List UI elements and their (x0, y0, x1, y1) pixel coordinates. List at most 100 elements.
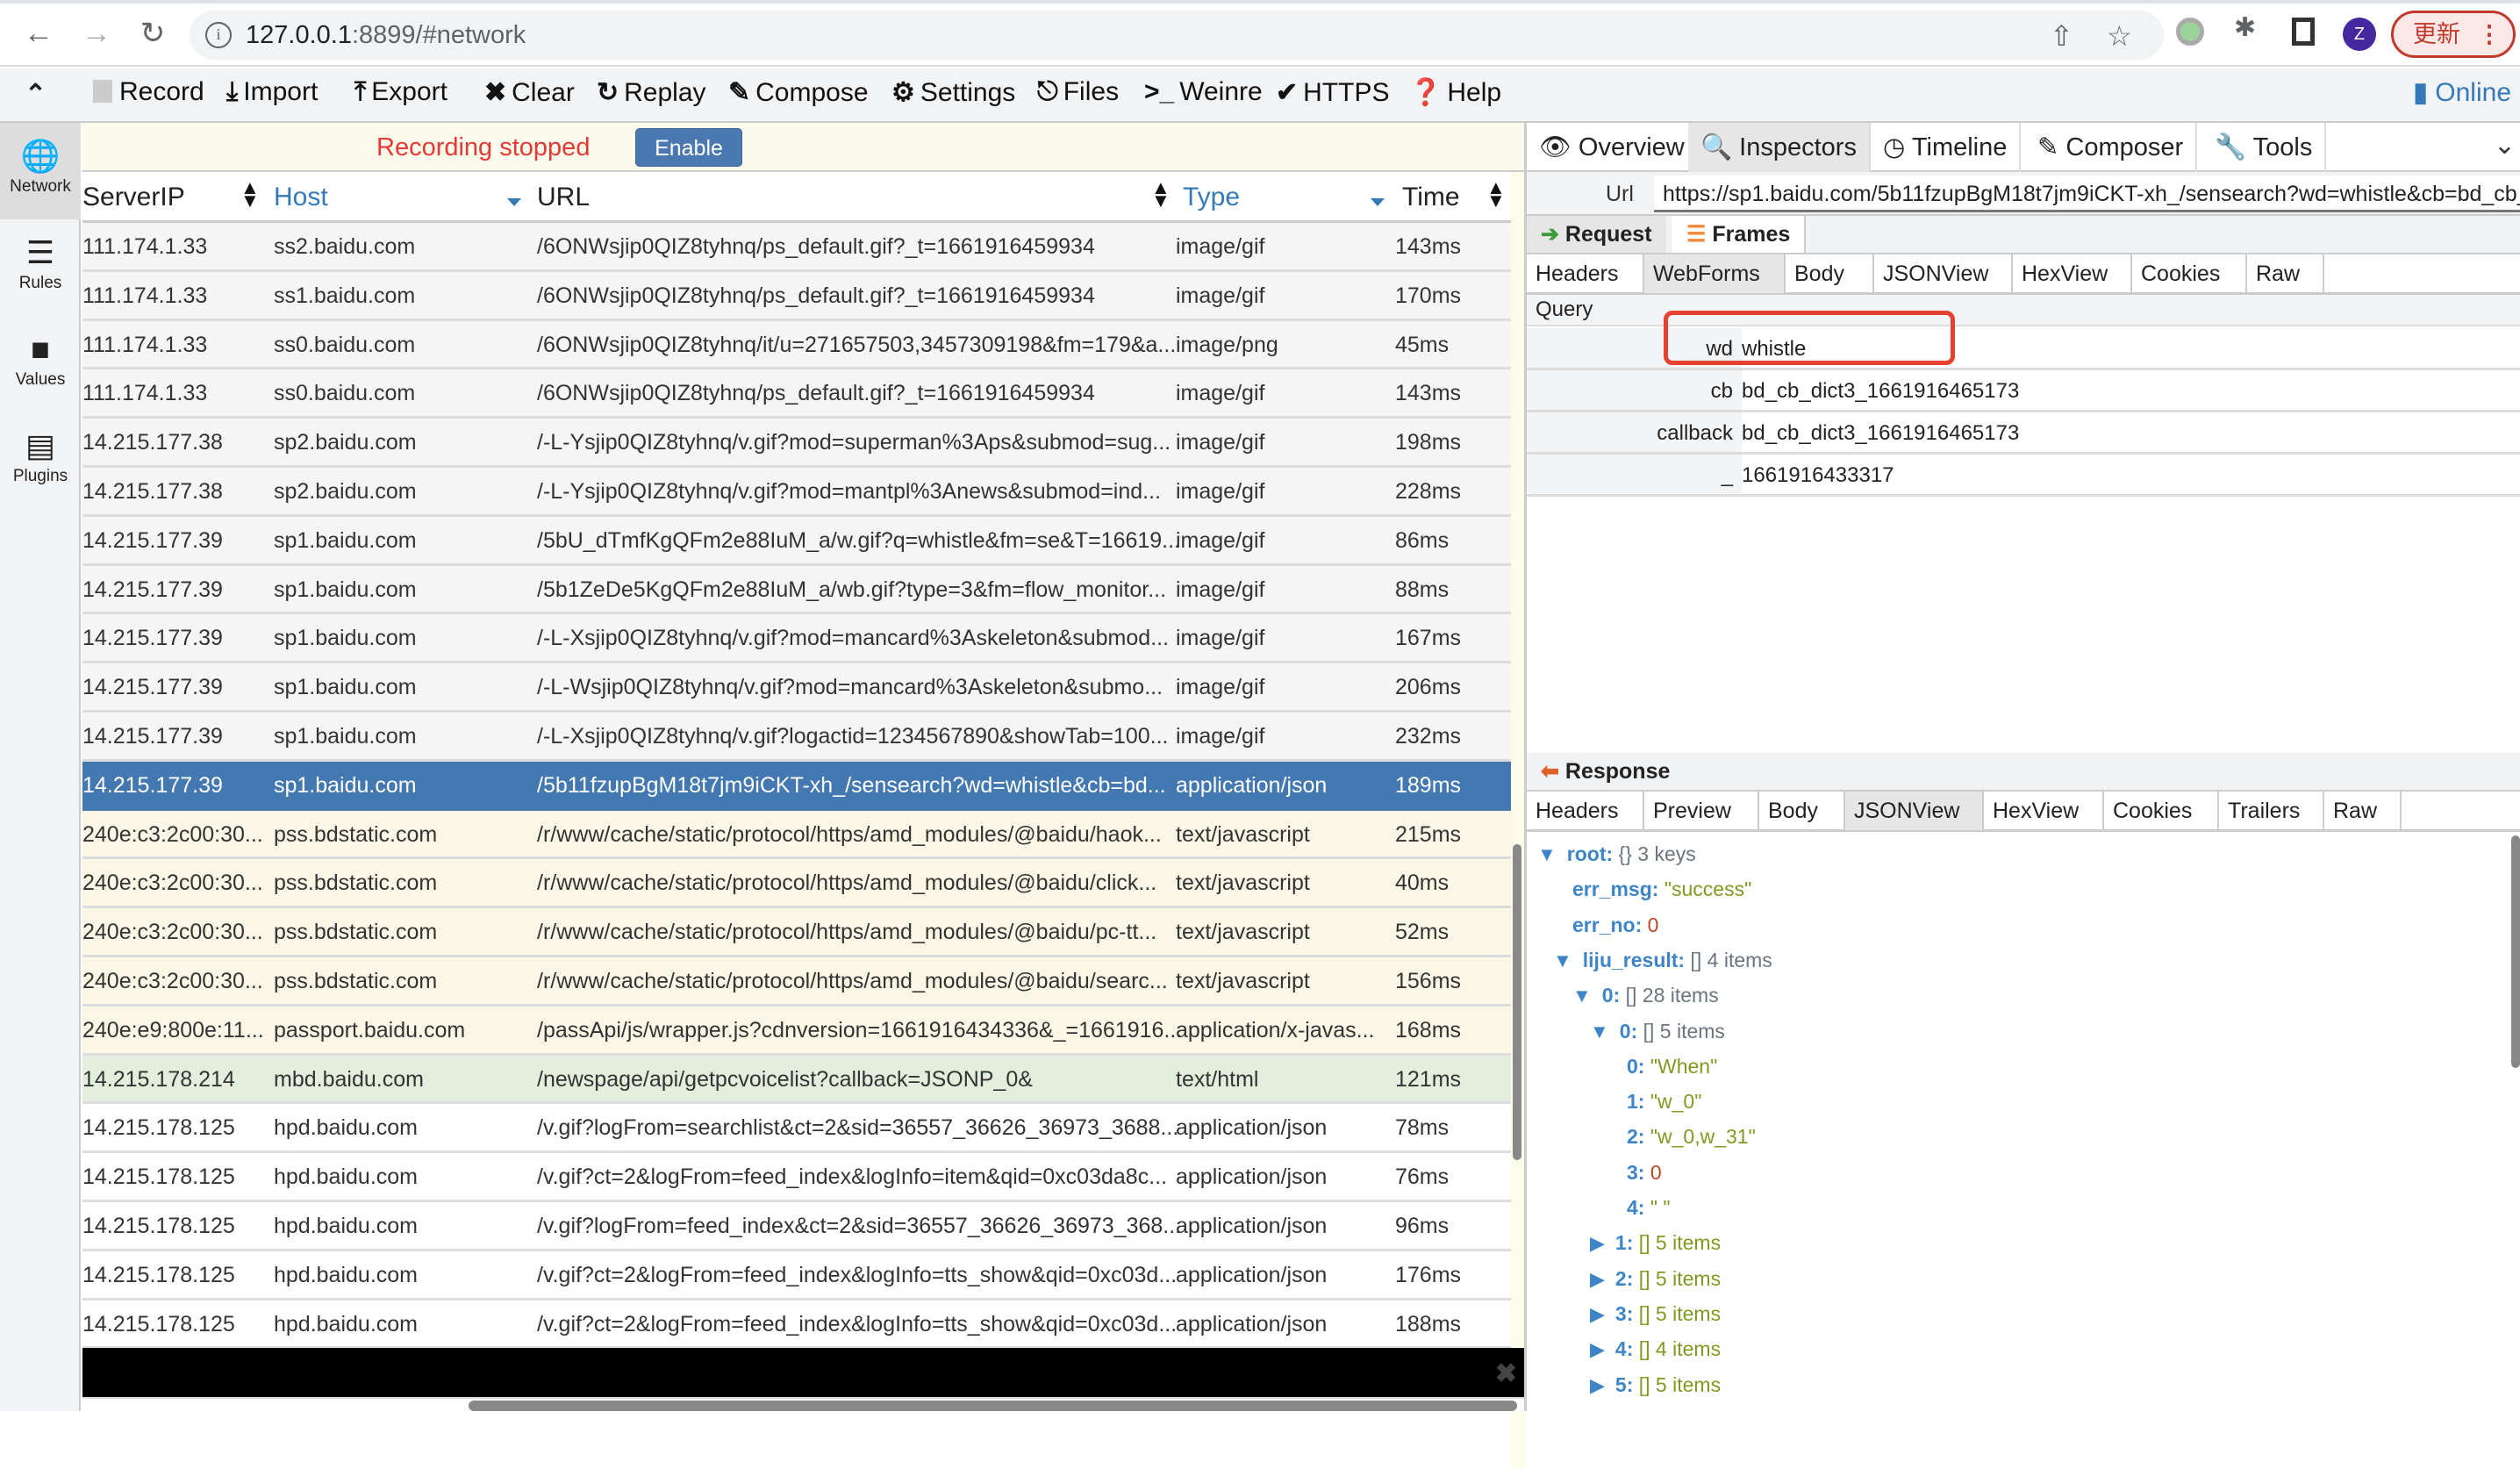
tab-body[interactable]: Body (1786, 254, 1874, 293)
sidebar-item-network[interactable]: 🌐 Network (0, 123, 81, 219)
extension-status-icon[interactable] (2176, 18, 2204, 46)
sidebar-item-plugins[interactable]: ▤ Plugins (0, 412, 81, 509)
star-icon[interactable]: ☆ (2107, 19, 2132, 53)
extensions-puzzle-icon[interactable]: ✱ (2234, 12, 2256, 43)
json-view-scrollbar[interactable] (2511, 835, 2520, 1068)
enable-button[interactable]: Enable (635, 128, 742, 167)
caret-down-icon[interactable]: ▼ (1553, 949, 1572, 971)
profile-avatar[interactable]: Z (2343, 18, 2376, 51)
address-bar[interactable]: i 127.0.0.1:8899/#network ⇧ ☆ (190, 11, 2164, 60)
tab-cookies[interactable]: Cookies (2132, 254, 2247, 293)
table-row[interactable]: 14.215.177.39 sp1.baidu.com/5b11fzupBgM18… (82, 761, 1511, 811)
weinre-button[interactable]: >_ Weinre (1144, 77, 1263, 107)
caret-right-icon[interactable]: ▶ (1590, 1268, 1605, 1290)
column-type[interactable]: Type (1183, 183, 1240, 212)
tab-tools[interactable]: 🔧 Tools (2202, 123, 2327, 172)
tab-body[interactable]: Body (1759, 792, 1845, 830)
table-row[interactable]: 14.215.178.125 hpd.baidu.com/v.gif?ct=2&l… (82, 1300, 1511, 1350)
table-row[interactable]: 240e:c3:2c00:30... pss.bdstatic.com/r/www… (82, 908, 1511, 957)
sort-desc-icon[interactable] (507, 198, 521, 206)
caret-down-icon[interactable]: ▼ (1572, 985, 1592, 1007)
json-line[interactable]: ▶ 2: [] 5 items (1590, 1267, 1721, 1291)
info-icon[interactable]: i (205, 22, 232, 48)
tab-overview[interactable]: 👁 Overview (1527, 123, 1699, 172)
column-serverip[interactable]: ServerIP (82, 183, 185, 212)
tab-raw[interactable]: Raw (2247, 254, 2324, 293)
column-host[interactable]: Host (274, 183, 328, 212)
chevron-up-icon[interactable]: ⌃ (25, 79, 47, 110)
sort-icon[interactable]: ▲ ▼ (240, 178, 260, 211)
tab-raw[interactable]: Raw (2324, 792, 2402, 830)
horizontal-scrollbar[interactable] (82, 1397, 1524, 1411)
table-row[interactable]: 240e:c3:2c00:30... pss.bdstatic.com/r/www… (82, 859, 1511, 909)
address-url[interactable]: 127.0.0.1:8899/#network (246, 21, 526, 50)
table-row[interactable]: 14.215.178.125 hpd.baidu.com/v.gif?logFro… (82, 1104, 1511, 1154)
settings-button[interactable]: ⚙ Settings (891, 77, 1015, 108)
chevron-down-icon[interactable]: ⌄ (2494, 130, 2516, 161)
tab-inspectors[interactable]: 🔍 Inspectors (1688, 123, 1871, 172)
scrollbar-thumb[interactable] (1513, 844, 1521, 1160)
json-line[interactable]: ▶ 5: [] 5 items (1590, 1373, 1721, 1397)
column-url[interactable]: URL (537, 183, 590, 212)
caret-right-icon[interactable]: ▶ (1590, 1303, 1605, 1325)
tab-jsonview[interactable]: JSONView (1845, 792, 1984, 830)
more-menu-icon[interactable]: ⋮ (2478, 21, 2502, 47)
replay-button[interactable]: ↻ Replay (597, 77, 706, 108)
tab-hexview[interactable]: HexView (2013, 254, 2132, 293)
request-list-scrollbar[interactable] (1511, 223, 1524, 1469)
table-row[interactable]: 14.215.178.214 mbd.baidu.com/newspage/api… (82, 1055, 1511, 1105)
table-row[interactable]: 14.215.178.125 hpd.baidu.com/v.gif?logFro… (82, 1201, 1511, 1251)
caret-right-icon[interactable]: ▶ (1590, 1338, 1605, 1360)
sort-icon[interactable]: ▲ ▼ (1151, 178, 1171, 211)
caret-right-icon[interactable]: ▶ (1590, 1374, 1605, 1396)
share-icon[interactable]: ⇧ (2050, 19, 2073, 53)
json-line[interactable]: ▼ 0: [] 5 items (1590, 1020, 1725, 1043)
back-arrow-icon[interactable]: ← (18, 12, 60, 54)
table-row[interactable]: 14.215.177.39 sp1.baidu.com /-L-Wsjip0QIZ8… (82, 663, 1511, 713)
import-button[interactable]: ⤓ Import (226, 77, 318, 107)
https-button[interactable]: ✔ HTTPS (1276, 77, 1389, 108)
sort-icon[interactable]: ▲ ▼ (1486, 178, 1506, 211)
help-button[interactable]: ❓ Help (1409, 77, 1501, 108)
online-button[interactable]: ▮ Online (2413, 77, 2511, 108)
json-line[interactable]: ▼ root: {} 3 keys (1537, 842, 1696, 866)
update-button[interactable]: 更新 ⋮ (2391, 11, 2516, 58)
caret-right-icon[interactable]: ▶ (1590, 1232, 1605, 1254)
table-row[interactable]: 240e:c3:2c00:30... pss.bdstatic.com/r/www… (82, 957, 1511, 1007)
table-row[interactable]: 14.215.177.39 sp1.baidu.com /-L-Xsjip0QIZ8… (82, 712, 1511, 762)
table-row[interactable]: 14.215.177.39 sp1.baidu.com/5b1ZeDe5KgQFm… (82, 565, 1511, 615)
json-line[interactable]: ▼ liju_result: [] 4 items (1553, 949, 1772, 972)
table-row[interactable]: 14.215.177.39 sp1.baidu.com /-L-Xsjip0QIZ8… (82, 614, 1511, 664)
tab-headers[interactable]: Headers (1527, 792, 1644, 830)
table-row[interactable]: 111.174.1.33 ss0.baidu.com/6ONWsjip0QIZ8t… (82, 320, 1511, 370)
sidebar-item-values[interactable]: ■ Values (0, 316, 81, 412)
table-row[interactable]: 111.174.1.33 ss2.baidu.com/6ONWsjip0QIZ8t… (82, 223, 1511, 272)
response-section[interactable]: ⬅ Response (1527, 753, 1684, 790)
scrollbar-thumb[interactable] (469, 1401, 1517, 1411)
tab-trailers[interactable]: Trailers (2219, 792, 2324, 830)
column-time[interactable]: Time (1402, 183, 1460, 212)
table-row[interactable]: 14.215.177.39 sp1.baidu.com/5bU_dTmfKgQFm… (82, 516, 1511, 566)
sort-desc-icon[interactable] (1371, 198, 1385, 206)
json-line[interactable]: ▶ 1: [] 5 items (1590, 1231, 1721, 1255)
compose-button[interactable]: ✎ Compose (728, 77, 869, 108)
json-line[interactable]: ▶ 4: [] 4 items (1590, 1337, 1721, 1361)
tab-timeline[interactable]: ◷ Timeline (1871, 123, 2022, 172)
record-button[interactable]: Record (93, 77, 204, 107)
tab-webforms[interactable]: WebForms (1644, 254, 1786, 293)
files-button[interactable]: ⎋ Files (1037, 77, 1119, 107)
table-row[interactable]: 14.215.178.125 hpd.baidu.com/v.gif?ct=2&l… (82, 1250, 1511, 1301)
table-row[interactable]: 111.174.1.33 ss0.baidu.com/6ONWsjip0QIZ8t… (82, 369, 1511, 419)
tab-headers[interactable]: Headers (1527, 254, 1644, 293)
tab-hexview[interactable]: HexView (1984, 792, 2104, 830)
tab-preview[interactable]: Preview (1644, 792, 1759, 830)
tab-composer[interactable]: ✎ Composer (2025, 123, 2198, 172)
json-line[interactable]: ▶ 3: [] 5 items (1590, 1302, 1721, 1326)
clear-button[interactable]: ✖ Clear (484, 77, 575, 108)
forward-arrow-icon[interactable]: → (75, 12, 118, 54)
tab-cookies[interactable]: Cookies (2104, 792, 2219, 830)
export-button[interactable]: ⤒ Export (354, 77, 447, 107)
tab-jsonview[interactable]: JSONView (1874, 254, 2013, 293)
frames-section[interactable]: ☰ Frames (1672, 216, 1807, 253)
table-row[interactable]: 111.174.1.33 ss1.baidu.com/6ONWsjip0QIZ8t… (82, 271, 1511, 321)
